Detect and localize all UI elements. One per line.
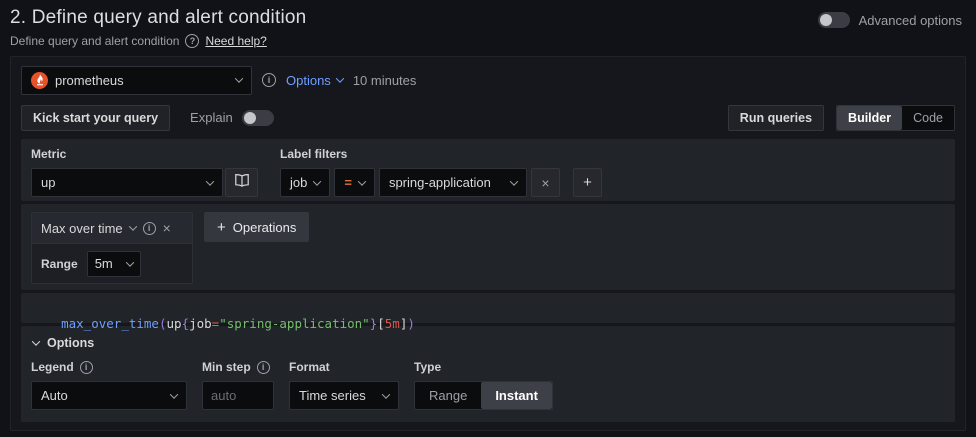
- info-circle-icon: i: [257, 361, 270, 374]
- operations-block: Max over time i × Range 5m + Operations: [21, 204, 955, 290]
- prometheus-logo-icon: [31, 72, 48, 89]
- metrics-explorer-button[interactable]: [225, 168, 258, 197]
- metric-label: Metric: [31, 147, 258, 161]
- label-filters-field: Label filters job = spring-application: [280, 147, 602, 197]
- format-label: Format: [289, 360, 330, 374]
- operation-card: Max over time i × Range 5m: [31, 212, 193, 284]
- chevron-down-icon: [235, 74, 243, 82]
- plus-icon: +: [217, 220, 226, 235]
- chevron-down-icon: [382, 390, 390, 398]
- plus-icon: +: [583, 174, 592, 191]
- metric-field: Metric up: [31, 147, 258, 197]
- page-header: 2. Define query and alert condition Adva…: [0, 0, 976, 48]
- page-subtitle: Define query and alert condition: [10, 34, 179, 48]
- operation-card-body: Range 5m: [32, 243, 192, 283]
- filter-key-select[interactable]: job: [280, 168, 330, 197]
- advanced-options-label: Advanced options: [859, 13, 962, 28]
- chevron-down-icon: [510, 177, 518, 185]
- run-queries-button[interactable]: Run queries: [728, 105, 824, 131]
- metric-select[interactable]: up: [31, 168, 223, 197]
- explain-label: Explain: [190, 110, 233, 125]
- explain-control: Explain: [190, 110, 274, 126]
- close-icon: ×: [541, 176, 549, 190]
- need-help-link[interactable]: Need help?: [205, 34, 266, 48]
- query-section-container: prometheus i Options 10 minutes Kick sta…: [10, 56, 966, 431]
- chevron-down-icon: [125, 258, 133, 266]
- operation-card-header[interactable]: Max over time i ×: [32, 213, 192, 243]
- min-step-label: Min step: [202, 360, 251, 374]
- evaluation-interval: 10 minutes: [353, 73, 417, 88]
- min-step-field: Min step i: [202, 360, 274, 410]
- options-title: Options: [47, 336, 94, 350]
- type-field: Type Range Instant: [414, 360, 553, 410]
- add-operations-button[interactable]: + Operations: [204, 212, 309, 242]
- advanced-options-toggle[interactable]: [818, 12, 850, 28]
- format-field: Format Time series: [289, 360, 399, 410]
- mode-builder-tab[interactable]: Builder: [837, 106, 902, 130]
- advanced-options-control: Advanced options: [818, 12, 962, 28]
- legend-label: Legend: [31, 360, 74, 374]
- filter-operator-select[interactable]: =: [334, 168, 375, 197]
- query-toolbar: Kick start your query Explain Run querie…: [21, 104, 955, 131]
- chevron-down-icon: [170, 390, 178, 398]
- chevron-down-icon: [206, 177, 214, 185]
- explain-toggle[interactable]: [242, 110, 274, 126]
- label-filters-label: Label filters: [280, 147, 602, 161]
- metric-block: Metric up: [21, 139, 955, 201]
- kick-start-query-button[interactable]: Kick start your query: [21, 105, 170, 131]
- legend-field: Legend i Auto: [31, 360, 187, 410]
- info-circle-icon: i: [262, 73, 276, 87]
- datasource-picker[interactable]: prometheus: [21, 66, 252, 95]
- add-filter-button[interactable]: +: [573, 168, 602, 197]
- help-circle-icon: ?: [185, 34, 199, 48]
- chevron-down-icon: [313, 177, 321, 185]
- datasource-row: prometheus i Options 10 minutes: [21, 65, 955, 95]
- remove-operation-icon[interactable]: ×: [163, 221, 171, 235]
- editor-mode-switch: Builder Code: [836, 105, 955, 131]
- remove-filter-button[interactable]: ×: [531, 168, 560, 197]
- info-circle-icon: i: [80, 361, 93, 374]
- info-circle-icon[interactable]: i: [143, 222, 156, 235]
- type-label: Type: [414, 360, 441, 374]
- type-instant-tab[interactable]: Instant: [481, 382, 552, 409]
- min-step-input[interactable]: [202, 381, 274, 410]
- operation-name: Max over time: [41, 221, 123, 236]
- datasource-options-link[interactable]: Options: [286, 73, 343, 88]
- query-type-switch: Range Instant: [414, 381, 553, 410]
- chevron-down-icon: [336, 74, 344, 82]
- type-range-tab[interactable]: Range: [415, 382, 481, 409]
- query-preview-block: max_over_time(up{job="spring-application…: [21, 293, 955, 323]
- chevron-down-icon: [358, 177, 366, 185]
- mode-code-tab[interactable]: Code: [902, 106, 954, 130]
- filter-value-select[interactable]: spring-application: [379, 168, 527, 197]
- range-select[interactable]: 5m: [87, 251, 141, 277]
- chevron-down-icon: [128, 222, 136, 230]
- datasource-name: prometheus: [55, 73, 124, 88]
- options-block: Options Legend i Auto Min step i: [21, 326, 955, 422]
- format-select[interactable]: Time series: [289, 381, 399, 410]
- legend-select[interactable]: Auto: [31, 381, 187, 410]
- page-title: 2. Define query and alert condition: [10, 7, 306, 29]
- book-icon: [234, 174, 250, 192]
- query-expression: max_over_time(up{job="spring-application…: [61, 316, 415, 331]
- options-collapse-toggle[interactable]: Options: [33, 336, 945, 350]
- range-label: Range: [41, 257, 78, 271]
